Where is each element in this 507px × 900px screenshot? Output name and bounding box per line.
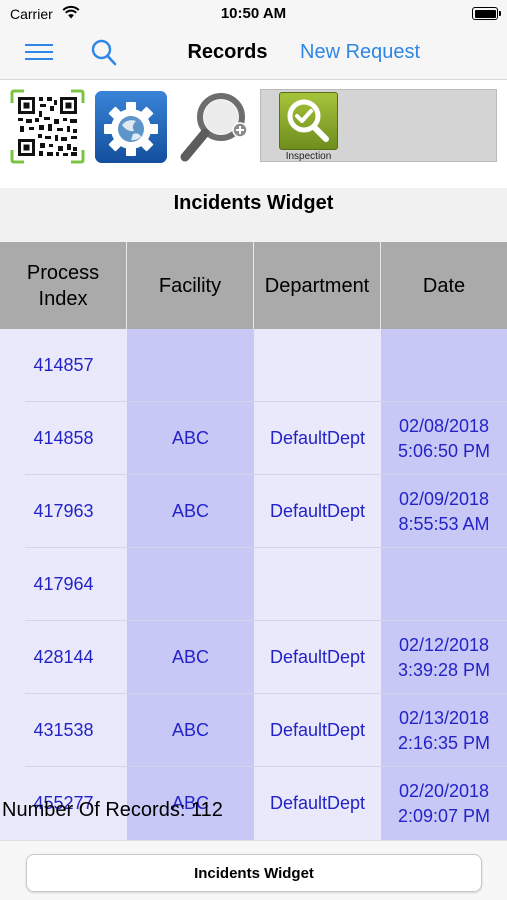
quick-actions-strip: Inspection (0, 81, 507, 188)
cell-date: 02/09/2018 8:55:53 AM (398, 488, 490, 534)
table-row[interactable]: 417964 (0, 548, 507, 621)
widget-title: Incidents Widget (173, 192, 334, 214)
nav-bar: Records New Request (0, 28, 507, 80)
table-header: Process Index Facility Department Date (0, 242, 507, 329)
inspection-icon (279, 92, 338, 150)
menu-icon[interactable] (25, 42, 53, 62)
records-table: Process Index Facility Department Date 4… (0, 242, 507, 840)
cell-process-index[interactable]: 414857 (0, 329, 127, 402)
cell-department: DefaultDept (269, 428, 366, 448)
cell-department: DefaultDept (269, 501, 366, 521)
cell-process-index[interactable]: 431538 (0, 694, 127, 767)
cell-department (254, 329, 381, 402)
cell-facility: ABC (171, 501, 209, 521)
table-row[interactable]: 414857 (0, 329, 507, 402)
cell-process-index[interactable]: 417963 (0, 475, 127, 548)
cell-date (381, 329, 507, 402)
table-row[interactable]: 417963 ABC DefaultDept 02/09/2018 8:55:5… (0, 475, 507, 548)
cell-facility (127, 329, 254, 402)
inspection-label: Inspection (285, 151, 332, 162)
settings-gear-icon[interactable] (95, 91, 167, 163)
cell-date (381, 548, 507, 621)
cell-facility (127, 548, 254, 621)
cell-process-index[interactable]: 417964 (0, 548, 127, 621)
new-request-button[interactable]: New Request (300, 41, 420, 64)
cell-facility: ABC (171, 720, 209, 740)
cell-date: 02/08/2018 5:06:50 PM (397, 415, 491, 461)
status-bar: Carrier 10:50 AM (0, 0, 507, 28)
cell-process-index[interactable]: 428144 (0, 621, 127, 694)
bottom-bar: Incidents Widget (0, 840, 507, 900)
cell-facility: ABC (171, 647, 209, 667)
incidents-widget-button[interactable]: Incidents Widget (26, 854, 482, 892)
cell-department: DefaultDept (269, 647, 366, 667)
table-row[interactable]: 414858 ABC DefaultDept 02/08/2018 5:06:5… (0, 402, 507, 475)
cell-date: 02/12/2018 3:39:28 PM (397, 634, 491, 680)
cell-department: DefaultDept (269, 793, 366, 813)
cell-process-index[interactable]: 414858 (0, 402, 127, 475)
table-row[interactable]: 428144 ABC DefaultDept 02/12/2018 3:39:2… (0, 621, 507, 694)
column-header-date[interactable]: Date (381, 242, 507, 329)
column-header-department[interactable]: Department (254, 242, 381, 329)
cell-facility: ABC (171, 428, 209, 448)
widget-header: Incidents Widget (0, 188, 507, 242)
cell-date: 02/13/2018 2:16:35 PM (397, 707, 491, 753)
cell-date: 02/20/2018 2:09:07 PM (397, 780, 491, 826)
clock: 10:50 AM (220, 5, 287, 22)
column-header-process-index[interactable]: Process Index (0, 242, 127, 329)
table-row[interactable]: 431538 ABC DefaultDept 02/13/2018 2:16:3… (0, 694, 507, 767)
battery-icon (472, 7, 501, 20)
column-header-facility[interactable]: Facility (127, 242, 254, 329)
page-title: Records (187, 41, 268, 63)
cell-department: DefaultDept (269, 720, 366, 740)
qr-code-icon[interactable] (10, 89, 85, 164)
record-count: Number Of Records: 112 (2, 799, 223, 821)
cell-department (254, 548, 381, 621)
inspection-tile[interactable]: Inspection (260, 89, 497, 162)
search-icon[interactable] (90, 38, 118, 68)
magnifier-icon[interactable] (175, 87, 255, 167)
